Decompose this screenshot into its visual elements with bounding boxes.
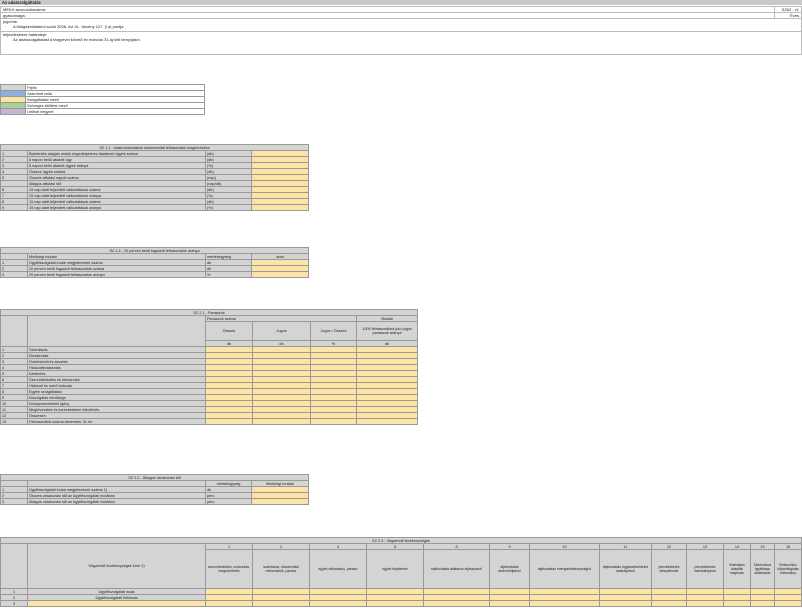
input-cell[interactable] [252,600,310,607]
row-number: 9 [0,204,28,211]
column-header: lehetséges átutalási megbízás [723,549,751,589]
table-sz11: SZ 1.1 - Adatmódosítások dokumentált fel… [0,144,310,211]
column-header: Jogos [252,321,311,341]
input-cell[interactable] [205,600,253,607]
column-header: Összes [205,321,253,341]
row-number: 3 [0,600,28,607]
header-cell: teljesítésének határideje: Az adatszolgá… [0,31,802,55]
table-sz21: SZ 2.1 - Panaszok Panaszok száma Mutató … [0,309,419,425]
header-value: A földgázellátásról szóló 2008. évi XL. … [13,24,124,29]
legend-table: Fejléc Számított cella Szolgáltatási mez… [0,84,205,115]
row-label: Felhasználók száma december 31-én [27,418,206,425]
column-header: Jogos / Összes [310,321,357,341]
row-header: Végzendő tevékenységek köre 2) [27,543,206,589]
column-header: tájékoztatás árakról/díjakról [489,549,530,589]
column-header: 1000 felhasználóra jutó jogos panaszok a… [355,321,419,341]
input-cell[interactable] [205,418,253,425]
input-cell[interactable] [723,600,751,607]
header-cell [0,315,28,347]
row-label-input[interactable] [27,600,206,607]
input-cell[interactable] [309,600,367,607]
input-cell[interactable] [773,600,802,607]
row-unit: perc [205,498,252,505]
table-sz14: SZ 1.4 - 20 percen belül fogadott felhas… [0,247,310,278]
input-cell[interactable] [651,600,687,607]
column-header: Elektronikus ügyfélkapu alkalmazás [750,549,775,589]
row-label: 20 percen belül fogadott felhasználók ar… [27,271,206,278]
input-cell[interactable] [599,600,652,607]
row-number: 3 [0,271,28,278]
header-value: Az adatszolgáltatást a tárgyévet követő … [13,37,141,42]
column-header: tájékoztatás fogyasztóvédelmi szabályokr… [599,549,652,589]
input-cell[interactable] [252,418,311,425]
input-cell[interactable] [251,498,309,505]
table-sz22: SZ 2.2 - Átlagos várakozási idő mértékeg… [0,474,309,505]
column-header: pénzbefizetés készpénzzel [651,549,687,589]
input-cell[interactable] [529,600,600,607]
legend-label: Letiltott négyzet [25,108,205,115]
column-header: szerződéskötés, módosítás, megszüntetés [205,549,253,589]
column-header: tájékoztatás energiahatékonyságról [529,549,600,589]
header-cell [27,315,206,347]
row-label: Átlagos várakozási idő az ügyfélszolgála… [27,498,206,505]
input-cell[interactable] [750,600,775,607]
input-cell[interactable] [355,418,419,425]
input-cell[interactable] [250,204,310,211]
column-header: egyéb bejelentés [366,549,424,589]
input-cell[interactable] [366,600,424,607]
header-cell: jogcíme: A földgázellátásról szóló 2008.… [0,18,802,32]
column-header: egyéb reklamáció, panasz [309,549,367,589]
column-header: számlázás, elszámolási reklamációk, pana… [252,549,310,589]
column-header: pénzbefizetés bankkártyával [686,549,724,589]
row-unit: (%) [205,204,252,211]
legend-swatch [0,108,26,115]
page-title: Az adatszolgáltatás [2,0,41,5]
input-cell[interactable] [423,600,490,607]
row-unit: % [205,271,252,278]
table-sz23: SZ 2.3 - Végzendő tevékenységek Végzendő… [0,537,802,607]
row-label: 15 nap alatt teljesített változtatások a… [27,204,206,211]
row-number: 13 [0,418,28,425]
column-header: Elektronikus időpontfoglalás biztosítása [773,549,802,589]
input-cell[interactable] [310,418,357,425]
header-info-table: MEKH azonosítószáma: SZ62 - v1 gyakorisá… [0,6,802,55]
row-number: 3 [0,498,28,505]
input-cell[interactable] [489,600,530,607]
header-cell [0,543,28,589]
input-cell[interactable] [686,600,724,607]
column-header: tájékoztatás általános eljárásokról [423,549,490,589]
input-cell[interactable] [250,271,310,278]
page-title-bar: Az adatszolgáltatás [0,0,802,5]
